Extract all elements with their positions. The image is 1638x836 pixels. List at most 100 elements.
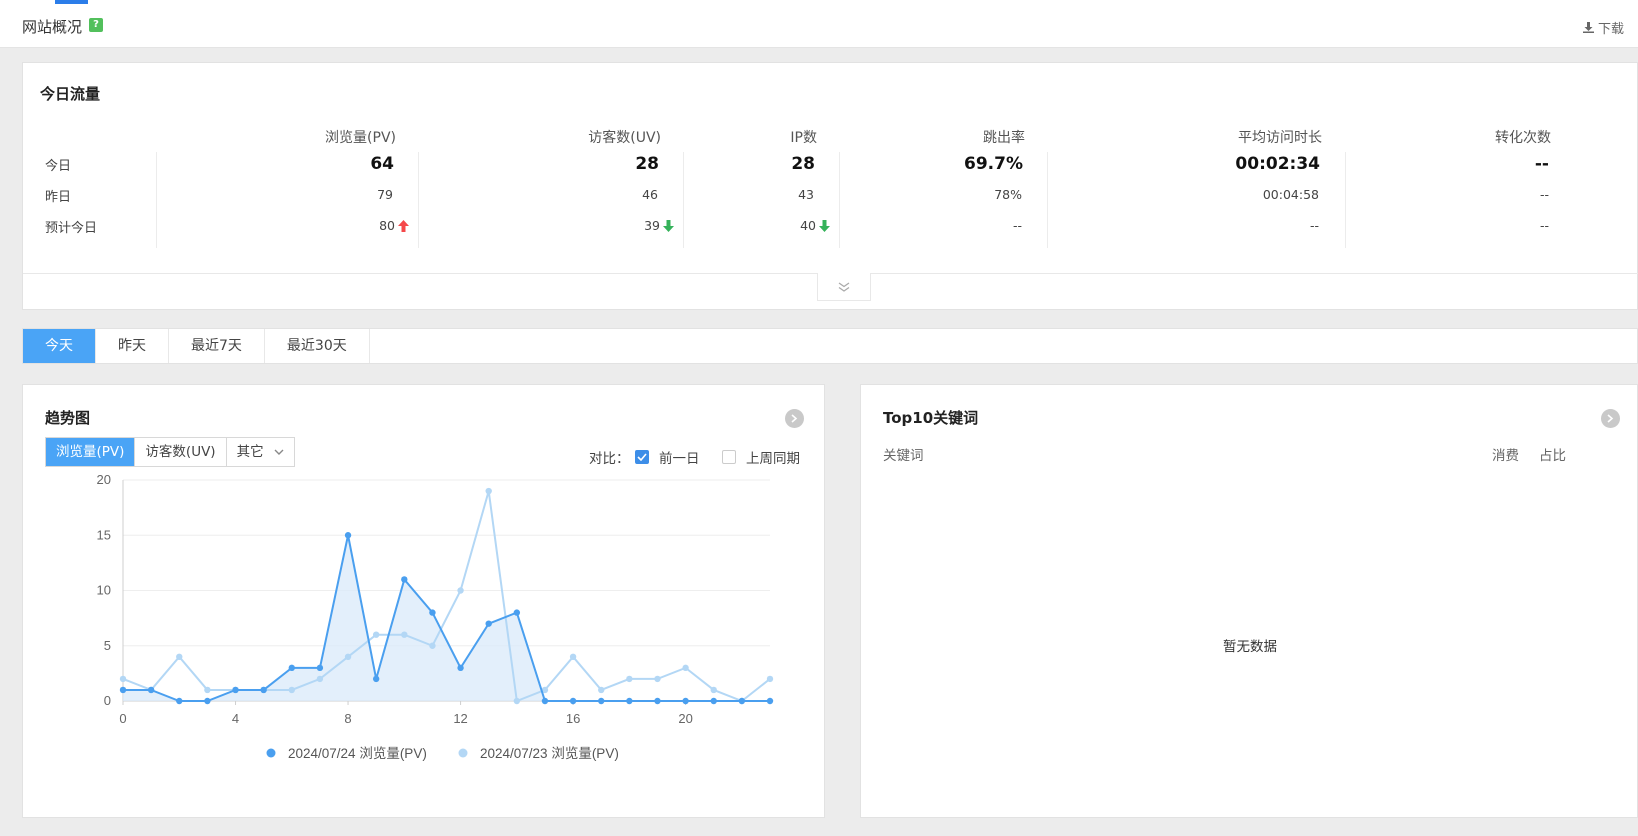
x-tick-label: 12 [453,711,467,726]
data-point [513,609,521,616]
download-label: 下载 [1597,22,1624,37]
legend-marker [266,748,276,758]
x-tick-label: 0 [119,711,126,726]
yesterday-ip: 43 [798,187,814,202]
data-point [344,532,352,539]
col-head-bounce: 跳出率 [983,130,1025,146]
x-tick-label: 4 [232,711,239,726]
data-point [485,487,492,495]
keywords-col-cost: 消费 [1492,448,1519,464]
x-tick-label: 8 [344,711,351,726]
page-header: 网站概况 ? 下载 [0,5,1638,48]
data-point [176,697,183,705]
data-point [710,697,717,705]
y-tick-label: 5 [104,638,111,653]
forecast-conversions: -- [1539,218,1549,233]
data-point [344,653,352,660]
yesterday-bounce-rate: 78% [994,187,1022,202]
data-point [401,576,408,583]
tab-last-30-days[interactable]: 最近30天 [265,329,370,363]
forecast-uv: 39 [644,218,674,233]
data-point [766,675,774,683]
data-point [569,653,577,660]
data-point [569,697,577,705]
y-tick-label: 20 [97,472,111,487]
empty-state: 暂无数据 [1223,639,1277,655]
data-point [682,664,689,672]
yesterday-uv: 46 [642,187,658,202]
data-point [457,664,464,672]
yesterday-pv: 79 [377,187,393,202]
data-point [682,697,689,705]
today-traffic-title: 今日流量 [40,85,101,103]
data-point [316,664,324,672]
data-point [260,686,267,694]
forecast-bounce-rate: -- [1012,218,1022,233]
yesterday-avg-duration: 00:04:58 [1262,187,1319,202]
column-divider [418,152,419,248]
keywords-col-share: 占比 [1539,448,1566,464]
data-point [176,653,183,660]
today-conversions: -- [1534,154,1549,174]
tab-yesterday[interactable]: 昨天 [96,329,169,363]
today-ip: 28 [791,154,815,174]
row-label-yesterday: 昨日 [45,190,72,205]
data-point [626,697,633,705]
y-tick-label: 15 [97,527,111,542]
trend-up-icon [398,220,409,232]
data-point [204,686,211,694]
data-point [626,675,633,683]
yesterday-conversions: -- [1539,187,1549,202]
trend-chart: 0 5 10 15 20 0 4 8 12 16 20 2024/07/24 浏览量(PV) 2024/… [97,472,774,761]
column-divider [839,152,840,248]
today-pv: 64 [370,154,394,174]
keywords-title: Top10关键词 [883,409,979,427]
data-point [288,686,295,694]
today-traffic-card: 今日流量 浏览量(PV) 访客数(UV) IP数 跳出率 平均访问时长 转化次数… [22,62,1638,310]
data-point [316,675,324,683]
row-label-forecast: 预计今日 [45,221,98,236]
keywords-detail-arrow-icon[interactable] [1601,409,1620,428]
top-keywords-card: Top10关键词 关键词 消费 占比 暂无数据 [860,384,1638,818]
data-point [119,675,127,683]
legend-label: 2024/07/23 浏览量(PV) [480,746,619,761]
data-point [541,697,549,705]
column-divider [1047,152,1048,248]
data-point [598,686,605,694]
col-head-ip: IP数 [790,130,817,146]
tab-last-7-days[interactable]: 最近7天 [169,329,265,363]
forecast-ip: 40 [800,218,830,233]
column-divider [156,152,157,248]
data-point [457,587,464,594]
forecast-uv-value: 39 [644,218,660,233]
forecast-pv: 80 [379,218,409,233]
data-point [485,620,492,627]
col-head-pv: 浏览量(PV) [325,130,396,146]
data-point [738,697,746,705]
help-icon[interactable]: ? [89,18,103,32]
expand-button[interactable] [817,273,871,301]
y-tick-label: 0 [104,693,111,708]
trend-down-icon [819,220,830,232]
data-point [513,697,521,705]
col-head-conversions: 转化次数 [1495,130,1551,146]
date-range-tabs: 今天 昨天 最近7天 最近30天 [22,328,1638,364]
data-point [429,609,436,616]
legend-label: 2024/07/24 浏览量(PV) [288,746,427,761]
x-tick-label: 16 [566,711,580,726]
data-point [598,697,605,705]
column-divider [683,152,684,248]
forecast-avg-duration: -- [1309,218,1319,233]
data-point [119,686,127,694]
data-point [204,697,211,705]
data-point [232,686,239,694]
keywords-col-keyword: 关键词 [883,448,924,464]
download-button[interactable]: 下载 [1582,18,1624,37]
data-point [401,631,408,638]
tab-today[interactable]: 今天 [23,329,96,363]
data-point [429,642,436,649]
data-point [710,686,717,694]
data-point [372,675,380,683]
download-icon [1582,22,1594,33]
col-head-avg-duration: 平均访问时长 [1238,130,1322,146]
